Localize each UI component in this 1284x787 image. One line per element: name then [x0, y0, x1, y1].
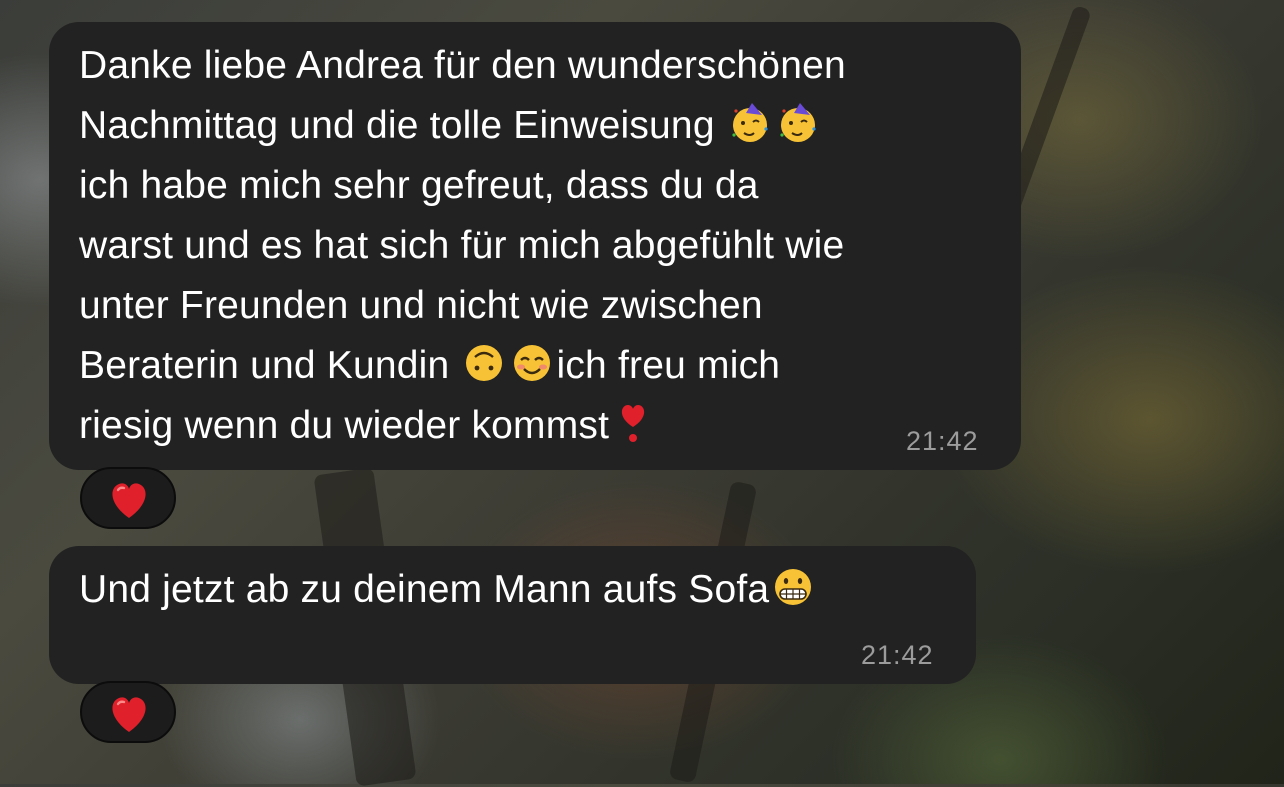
message-text: Und jetzt ab zu deinem Mann aufs Sofa	[79, 560, 817, 620]
message-segment: ich freu mich	[556, 344, 781, 387]
red-heart-icon	[112, 697, 146, 732]
partying-face-emoji	[732, 103, 768, 142]
upside-down-face-emoji	[466, 345, 503, 381]
grimacing-face-emoji	[775, 569, 812, 605]
message-line: Und jetzt ab zu deinem Mann aufs Sofa	[79, 560, 817, 620]
message-bubble[interactable]: Danke liebe Andrea für den wunderschönen…	[49, 22, 1021, 470]
message-segment: Nachmittag und die tolle Einweisung	[79, 104, 715, 147]
heart-reaction-badge[interactable]	[80, 467, 176, 529]
message-segment: Beraterin und Kundin	[79, 344, 450, 387]
smiling-face-emoji	[514, 345, 551, 381]
message-text: Danke liebe Andrea für den wunderschönen…	[79, 36, 846, 456]
message-line: unter Freunden und nicht wie zwischen	[79, 284, 763, 327]
message-segment: Und jetzt ab zu deinem Mann aufs Sofa	[79, 568, 770, 611]
message-timestamp: 21:42	[861, 640, 934, 670]
partying-face-emoji	[780, 103, 816, 142]
message-line: Beraterin und Kundin ich freu mich	[79, 336, 846, 396]
message-line: warst und es hat sich für mich abgefühlt…	[79, 224, 845, 267]
message-line: ich habe mich sehr gefreut, dass du da	[79, 164, 759, 207]
message-bubble[interactable]: Und jetzt ab zu deinem Mann aufs Sofa 21…	[49, 546, 976, 684]
red-heart-icon	[112, 483, 146, 518]
message-line: Nachmittag und die tolle Einweisung	[79, 96, 846, 156]
heart-reaction-badge[interactable]	[80, 681, 176, 743]
message-line: riesig wenn du wieder kommst	[79, 396, 846, 456]
message-segment: riesig wenn du wieder kommst	[79, 404, 610, 447]
message-timestamp: 21:42	[906, 426, 979, 456]
message-line: Danke liebe Andrea für den wunderschönen	[79, 44, 846, 87]
red-heart-exclamation-emoji	[622, 405, 645, 442]
